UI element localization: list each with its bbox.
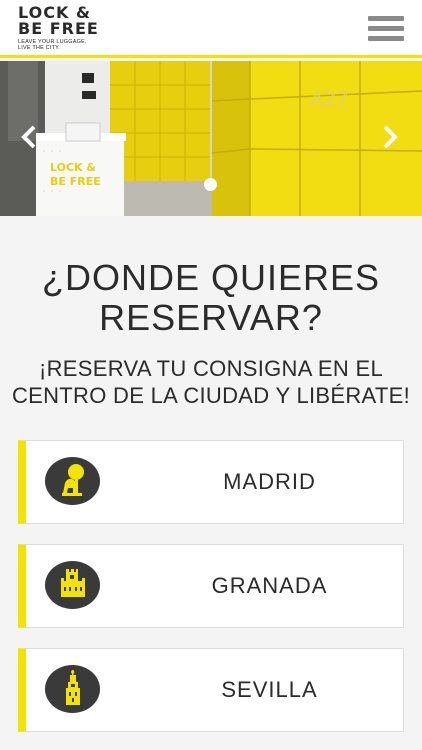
page-title-line-2: RESERVAR? — [99, 297, 323, 338]
giralda-tower-icon — [45, 665, 100, 713]
page-subtitle-line-2: CENTRO DE LA CIUDAD Y LIBÉRATE! — [11, 383, 411, 408]
svg-text:LOCK &: LOCK & — [50, 161, 96, 174]
city-name-granada: GRANADA — [211, 573, 328, 598]
locker-room-photo: A27 LOCK & BE FREE — [0, 61, 422, 216]
page-subtitle: ¡RESERVA TU CONSIGNA EN EL CENTRO DE LA … — [0, 355, 422, 409]
city-card-sevilla[interactable]: SEVILLA — [18, 648, 404, 732]
logo-line-2: BE FREE — [18, 19, 99, 38]
menu-bar — [368, 26, 404, 31]
slider-next-arrow-icon[interactable] — [378, 123, 402, 151]
bear-strawberry-tree-icon — [45, 457, 100, 505]
page-title: ¿DONDE QUIERES RESERVAR? — [0, 258, 422, 338]
app-header: LOCK & BE FREE LEAVE YOUR LUGGAGE. LIVE … — [0, 0, 422, 58]
logo-tagline-2: LIVE THE CITY. — [18, 45, 61, 51]
svg-text:BE FREE: BE FREE — [50, 175, 101, 188]
city-name-sevilla: SEVILLA — [221, 677, 318, 702]
alhambra-fortress-icon — [45, 561, 100, 609]
city-card-granada[interactable]: GRANADA — [18, 544, 404, 628]
lock-and-be-free-logo[interactable]: LOCK & BE FREE LEAVE YOUR LUGGAGE. LIVE … — [18, 5, 108, 52]
menu-bar — [368, 36, 404, 41]
page-subtitle-line-1: ¡RESERVA TU CONSIGNA EN EL — [38, 356, 383, 381]
city-name-madrid: MADRID — [223, 469, 316, 494]
page-title-line-1: ¿DONDE QUIERES — [41, 257, 381, 298]
locker-number-text: A27 — [310, 87, 349, 111]
menu-bar — [368, 16, 404, 21]
slider-prev-arrow-icon[interactable] — [17, 123, 41, 151]
hamburger-menu-icon[interactable] — [368, 16, 404, 42]
city-card-madrid[interactable]: MADRID — [18, 440, 404, 524]
hero-image-slider[interactable]: A27 LOCK & BE FREE — [0, 61, 422, 216]
slider-pagination-dot[interactable] — [204, 178, 217, 191]
